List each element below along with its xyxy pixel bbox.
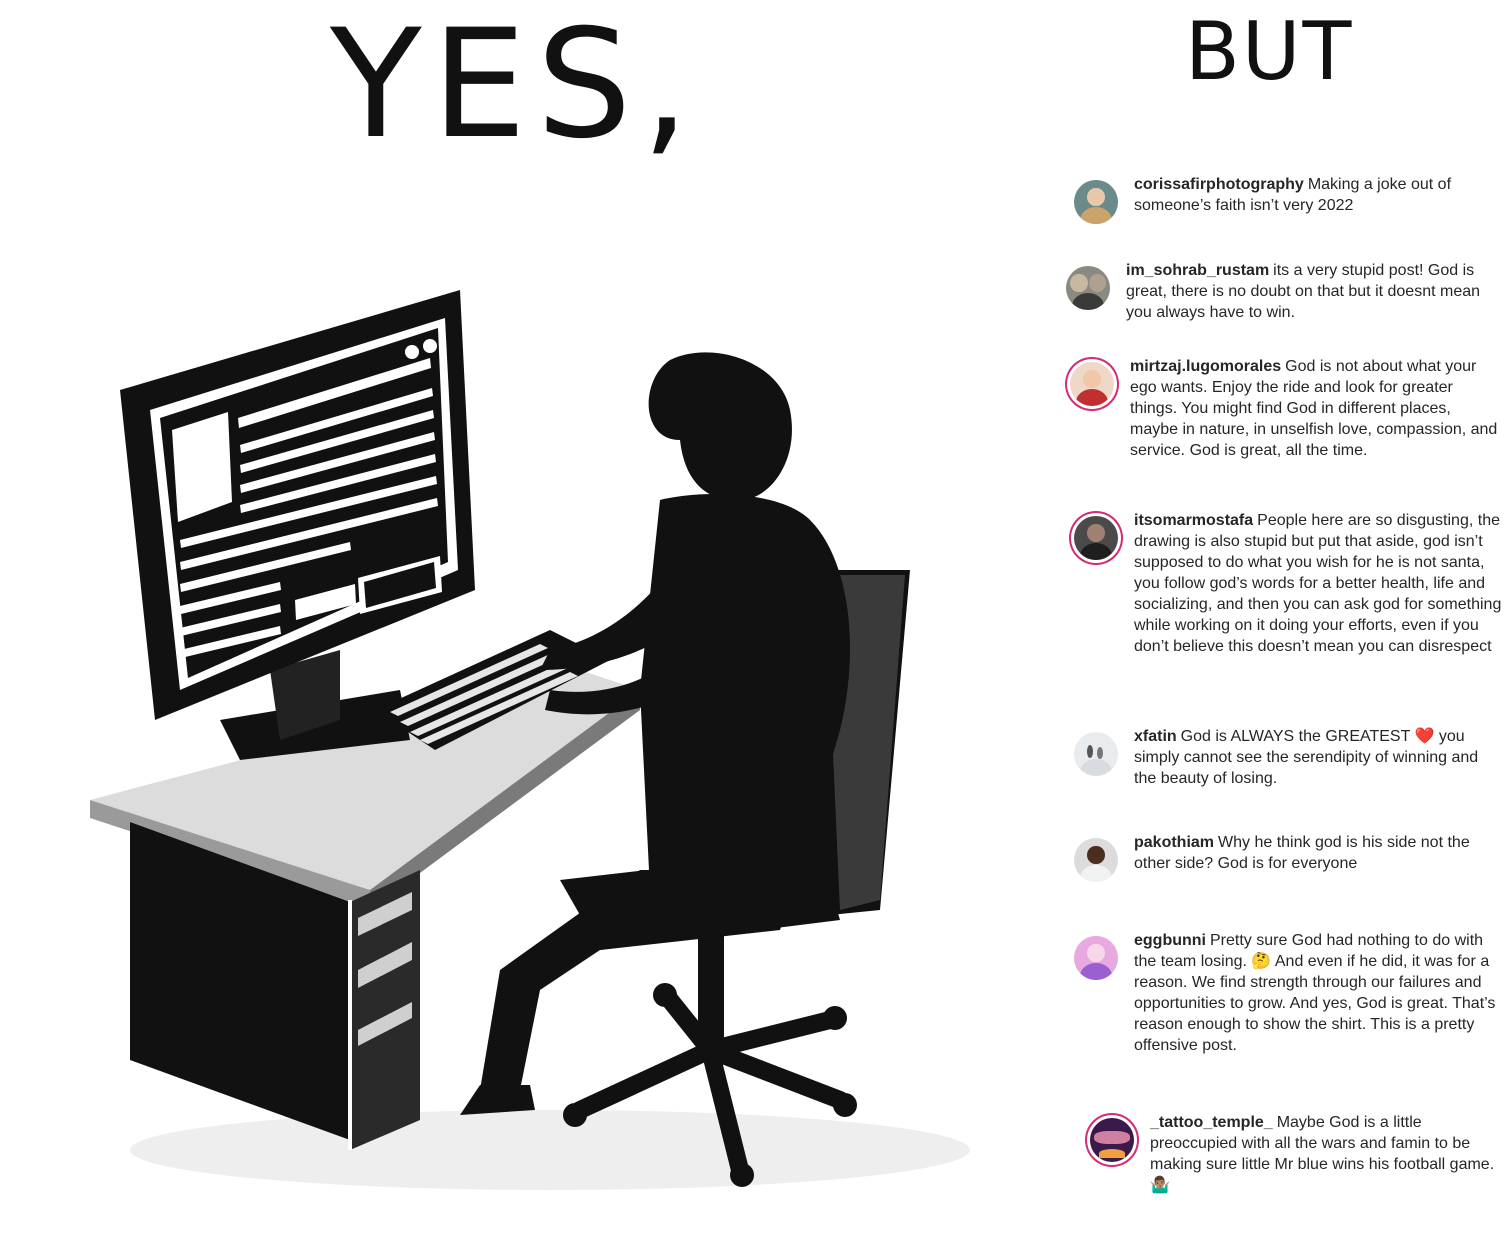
profile-photo-man-beard-icon[interactable] bbox=[1074, 516, 1118, 560]
comment-body: Pretty sure God had nothing to do with t… bbox=[1134, 932, 1496, 1054]
comment-username[interactable]: _tattoo_temple_ bbox=[1150, 1114, 1273, 1131]
comment-item: im_sohrab_rustam its a very stupid post! … bbox=[1066, 260, 1496, 323]
comment-text: im_sohrab_rustam its a very stupid post! … bbox=[1126, 260, 1496, 323]
profile-logo-tattoo-temple-icon[interactable] bbox=[1090, 1118, 1134, 1162]
comment-item: pakothiam Why he think god is his side no… bbox=[1074, 832, 1504, 882]
profile-photo-man-icon[interactable] bbox=[1074, 838, 1118, 882]
screen-window-dot-2 bbox=[423, 339, 437, 353]
comment-item: mirtzaj.lugomorales God is not about what… bbox=[1070, 356, 1500, 461]
comment-username[interactable]: xfatin bbox=[1134, 728, 1177, 745]
comment-username[interactable]: im_sohrab_rustam bbox=[1126, 262, 1269, 279]
person-at-computer-illustration bbox=[90, 290, 970, 1190]
profile-photo-couple-beach-icon[interactable] bbox=[1074, 732, 1118, 776]
comment-item: corissafirphotography Making a joke out o… bbox=[1074, 174, 1504, 224]
comment-item: xfatin God is ALWAYS the GREATEST ❤️ you … bbox=[1074, 726, 1504, 789]
person-head bbox=[648, 352, 792, 501]
comment-username[interactable]: eggbunni bbox=[1134, 932, 1206, 949]
comment-username[interactable]: itsomarmostafa bbox=[1134, 512, 1253, 529]
comment-username[interactable]: mirtzaj.lugomorales bbox=[1130, 358, 1281, 375]
comment-text: pakothiam Why he think god is his side no… bbox=[1134, 832, 1504, 874]
comment-text: mirtzaj.lugomorales God is not about what… bbox=[1130, 356, 1500, 461]
person-shoe bbox=[460, 1085, 535, 1115]
yes-title: YES, bbox=[330, 0, 700, 172]
but-title: BUT bbox=[1185, 5, 1354, 98]
profile-photo-group-icon[interactable] bbox=[1066, 266, 1110, 310]
comment-username[interactable]: pakothiam bbox=[1134, 834, 1214, 851]
comment-body: People here are so disgusting, the drawi… bbox=[1134, 512, 1502, 655]
floor-shadow bbox=[130, 1110, 970, 1190]
comment-item: eggbunni Pretty sure God had nothing to d… bbox=[1074, 930, 1504, 1056]
comment-item: _tattoo_temple_ Maybe God is a little pre… bbox=[1090, 1112, 1504, 1196]
comment-body: God is ALWAYS the GREATEST ❤️ you simply… bbox=[1134, 728, 1479, 787]
drawer-highlight bbox=[348, 900, 352, 1150]
profile-photo-woman-icon[interactable] bbox=[1074, 180, 1118, 224]
profile-photo-anime-girl-icon[interactable] bbox=[1074, 936, 1118, 980]
chair-column bbox=[698, 930, 724, 1040]
screen-window-dot-1 bbox=[405, 345, 419, 359]
comment-text: eggbunni Pretty sure God had nothing to d… bbox=[1134, 930, 1504, 1056]
comment-text: _tattoo_temple_ Maybe God is a little pre… bbox=[1150, 1112, 1504, 1196]
comment-text: itsomarmostafa People here are so disgust… bbox=[1134, 510, 1504, 657]
profile-photo-woman-blonde-icon[interactable] bbox=[1070, 362, 1114, 406]
comment-text: xfatin God is ALWAYS the GREATEST ❤️ you … bbox=[1134, 726, 1504, 789]
comment-text: corissafirphotography Making a joke out o… bbox=[1134, 174, 1504, 216]
comment-item: itsomarmostafa People here are so disgust… bbox=[1074, 510, 1504, 657]
comment-username[interactable]: corissafirphotography bbox=[1134, 176, 1304, 193]
yes-panel: YES, bbox=[0, 0, 1040, 1236]
